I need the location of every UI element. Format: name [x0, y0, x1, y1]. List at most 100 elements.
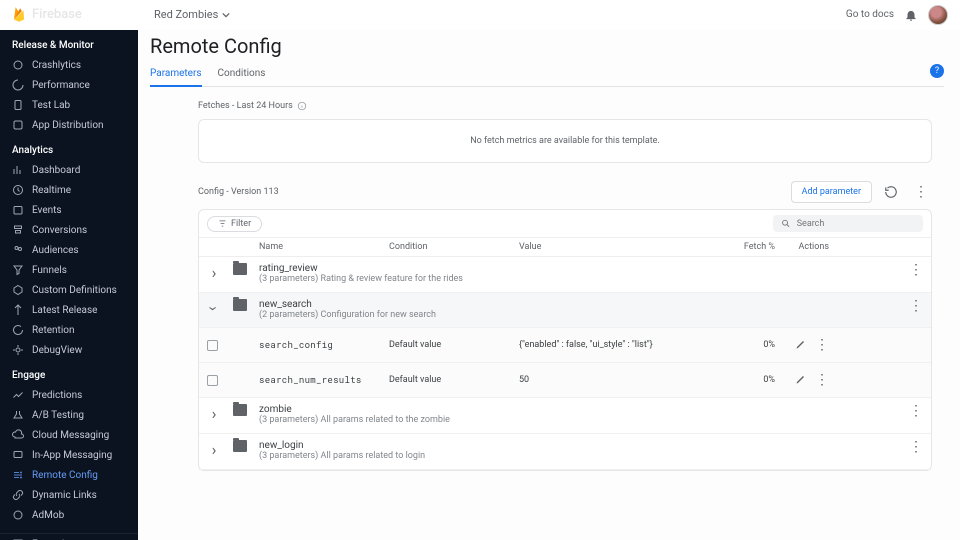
chevron-right-icon[interactable]: › [207, 404, 221, 423]
col-condition: Condition [389, 242, 519, 252]
param-row: search_num_results Default value 50 0% ⋮ [199, 363, 931, 398]
sidebar-item-funnels[interactable]: Funnels [0, 260, 138, 280]
cloudmessaging-icon [12, 429, 24, 441]
retention-icon [12, 324, 24, 336]
config-version-label: Config - Version 113 [198, 187, 279, 197]
chevron-down-icon [222, 11, 230, 19]
sidebar-item-dashboard[interactable]: Dashboard [0, 160, 138, 180]
sidebar-item-events[interactable]: Events [0, 200, 138, 220]
firebase-logo-icon [12, 6, 26, 24]
sidebar-section-engage: Engage [0, 360, 138, 385]
sidebar-section-analytics: Analytics [0, 135, 138, 160]
sidebar-item-realtime[interactable]: Realtime [0, 180, 138, 200]
chevron-right-icon[interactable]: › [207, 440, 221, 459]
folder-icon [233, 440, 247, 452]
col-name: Name [259, 242, 389, 252]
row-overflow-icon[interactable]: ⋮ [909, 299, 923, 313]
audiences-icon [12, 244, 24, 256]
sidebar-section-release: Release & Monitor [0, 30, 138, 55]
predictions-icon [12, 389, 24, 401]
history-icon [884, 185, 898, 199]
project-selector[interactable]: Red Zombies [154, 8, 230, 21]
col-fetch: Fetch % [719, 242, 779, 252]
sidebar-item-debugview[interactable]: DebugView [0, 340, 138, 360]
page-title: Remote Config [150, 34, 944, 58]
abtesting-icon [12, 409, 24, 421]
conversions-icon [12, 224, 24, 236]
fetches-label: Fetches - Last 24 Hours [198, 101, 293, 111]
help-icon[interactable]: ? [930, 64, 944, 78]
row-overflow-icon[interactable]: ⋮ [909, 404, 923, 418]
sidebar-item-extensions[interactable]: Extensions [0, 534, 138, 540]
testlab-icon [12, 99, 24, 111]
more-vert-icon: ⋮ [914, 185, 928, 199]
funnels-icon [12, 264, 24, 276]
sidebar-item-conversions[interactable]: Conversions [0, 220, 138, 240]
group-row[interactable]: › new_search (2 parameters) Configuratio… [199, 293, 931, 329]
notifications-icon[interactable] [904, 8, 918, 22]
chevron-down-icon[interactable]: › [205, 301, 224, 315]
search-icon [781, 218, 791, 229]
performance-icon [12, 79, 24, 91]
sidebar-item-cloudmessaging[interactable]: Cloud Messaging [0, 425, 138, 445]
config-table: Filter Name Condition Value Fetch % Acti… [198, 209, 932, 471]
add-parameter-button[interactable]: Add parameter [791, 181, 872, 203]
latestrelease-icon [12, 304, 24, 316]
row-overflow-icon[interactable]: ⋮ [815, 338, 829, 352]
row-overflow-icon[interactable]: ⋮ [909, 263, 923, 277]
group-row[interactable]: › zombie (3 parameters) All params relat… [199, 398, 931, 434]
sidebar-item-retention[interactable]: Retention [0, 320, 138, 340]
row-overflow-icon[interactable]: ⋮ [909, 440, 923, 454]
param-row: search_config Default value {"enabled" :… [199, 328, 931, 363]
admob-icon [12, 509, 24, 521]
customdef-icon [12, 284, 24, 296]
checkbox[interactable] [207, 340, 218, 351]
col-value: Value [519, 242, 719, 252]
dynamiclinks-icon [12, 489, 24, 501]
edit-icon[interactable] [795, 373, 807, 385]
sidebar-item-remoteconfig[interactable]: Remote Config [0, 465, 138, 485]
history-button[interactable] [880, 181, 902, 203]
tab-conditions[interactable]: Conditions [218, 62, 266, 86]
tab-parameters[interactable]: Parameters [150, 62, 202, 87]
sidebar-item-predictions[interactable]: Predictions [0, 385, 138, 405]
row-overflow-icon[interactable]: ⋮ [815, 373, 829, 387]
filter-chip[interactable]: Filter [207, 216, 262, 232]
sidebar-item-admob[interactable]: AdMob [0, 505, 138, 525]
go-to-docs-link[interactable]: Go to docs [846, 9, 894, 20]
group-row[interactable]: › new_login (3 parameters) All params re… [199, 434, 931, 470]
sidebar-item-latestrelease[interactable]: Latest Release [0, 300, 138, 320]
folder-icon [233, 299, 247, 311]
info-icon[interactable] [297, 101, 307, 111]
avatar[interactable] [928, 5, 948, 25]
sidebar-item-appdist[interactable]: App Distribution [0, 115, 138, 135]
edit-icon[interactable] [795, 338, 807, 350]
debugview-icon [12, 344, 24, 356]
sidebar-item-inappmessaging[interactable]: In-App Messaging [0, 445, 138, 465]
fetch-metrics-card: No fetch metrics are available for this … [198, 119, 932, 163]
dashboard-icon [12, 164, 24, 176]
sidebar-item-performance[interactable]: Performance [0, 75, 138, 95]
sidebar-item-crashlytics[interactable]: Crashlytics [0, 55, 138, 75]
appdist-icon [12, 119, 24, 131]
sidebar-item-abtesting[interactable]: A/B Testing [0, 405, 138, 425]
sidebar-item-audiences[interactable]: Audiences [0, 240, 138, 260]
group-row[interactable]: › rating_review (3 parameters) Rating & … [199, 257, 931, 293]
brand-word: Firebase [32, 7, 82, 22]
overflow-button[interactable]: ⋮ [910, 181, 932, 203]
sidebar-item-testlab[interactable]: Test Lab [0, 95, 138, 115]
realtime-icon [12, 184, 24, 196]
sidebar: Release & Monitor Crashlytics Performanc… [0, 30, 138, 540]
col-actions: Actions [779, 242, 829, 252]
search-input[interactable] [797, 219, 915, 229]
sidebar-item-dynamiclinks[interactable]: Dynamic Links [0, 485, 138, 505]
sidebar-item-customdef[interactable]: Custom Definitions [0, 280, 138, 300]
filter-icon [218, 219, 227, 228]
crashlytics-icon [12, 59, 24, 71]
remoteconfig-icon [12, 469, 24, 481]
folder-icon [233, 404, 247, 416]
checkbox[interactable] [207, 375, 218, 386]
search-box[interactable] [773, 215, 923, 232]
chevron-right-icon[interactable]: › [207, 263, 221, 282]
folder-icon [233, 263, 247, 275]
